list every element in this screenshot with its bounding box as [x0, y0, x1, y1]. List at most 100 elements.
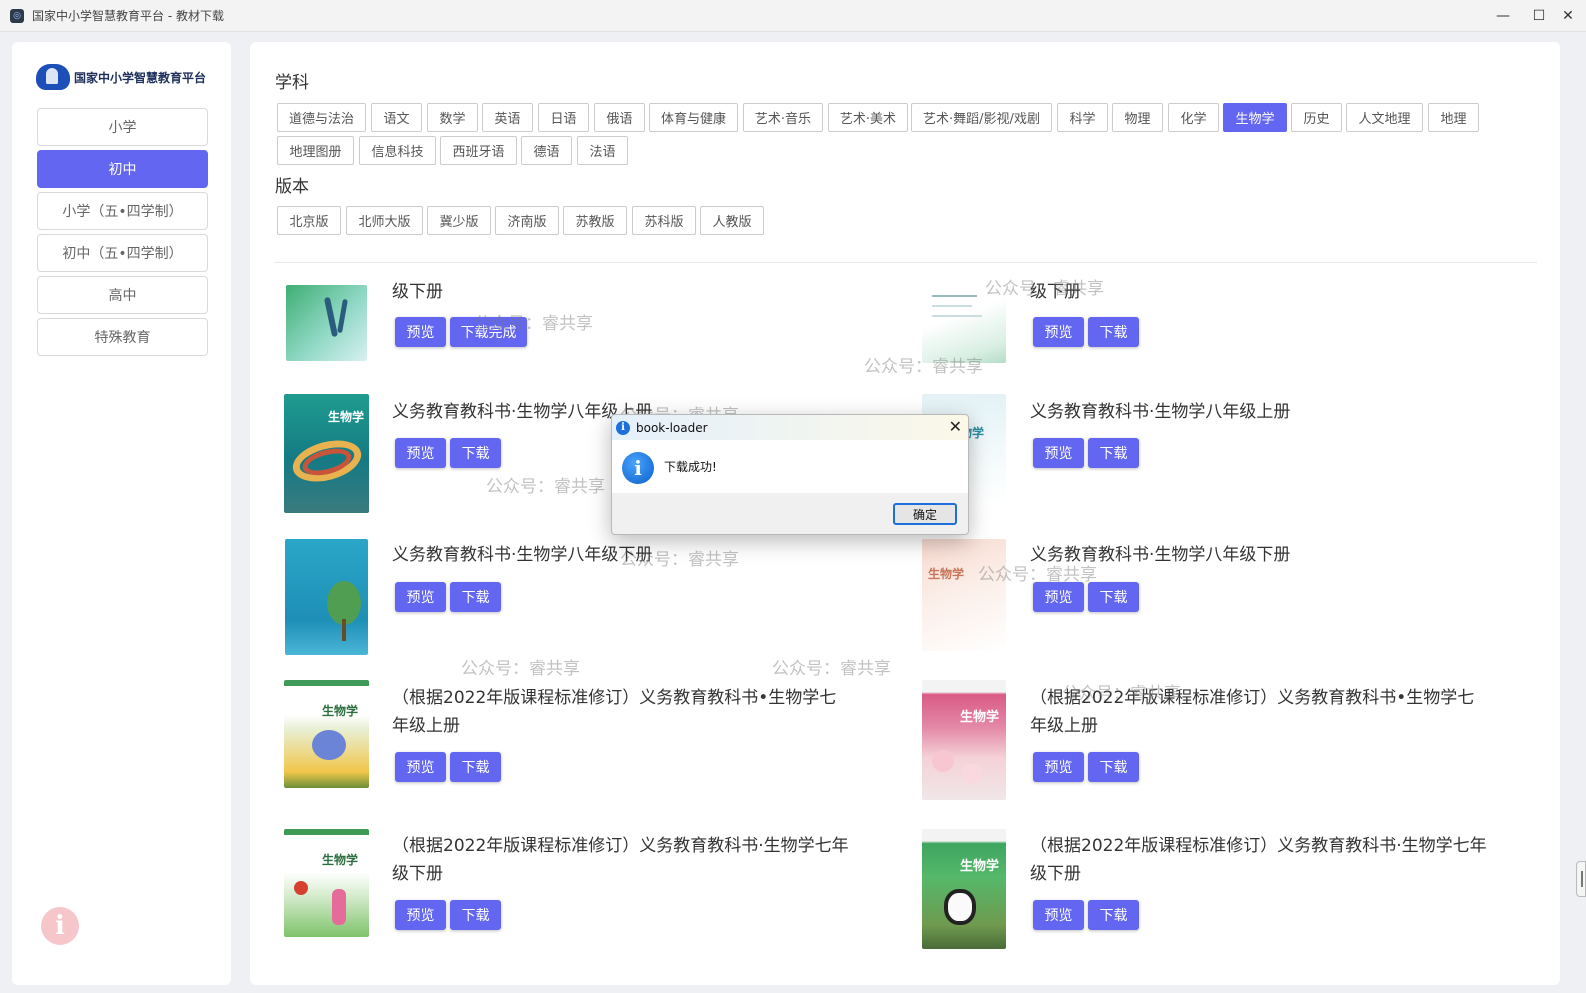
subject-tag[interactable]: 数学: [427, 103, 478, 132]
subject-tag[interactable]: 语文: [371, 103, 422, 132]
book-title: （根据2022年版课程标准修订）义务教育教科书•生物学七 年级上册: [392, 688, 837, 736]
subject-tag[interactable]: 道德与法治: [277, 103, 366, 132]
preview-button[interactable]: 预览: [1033, 752, 1084, 782]
edition-tag[interactable]: 北京版: [277, 206, 341, 235]
close-window-button[interactable]: ✕: [1545, 0, 1586, 32]
info-small-icon: i: [616, 420, 630, 435]
download-success-dialog: i book-loader ✕ i 下载成功! 确定: [611, 414, 969, 535]
edition-tag[interactable]: 苏科版: [632, 206, 696, 235]
dialog-message: 下载成功!: [664, 460, 717, 474]
book-cover[interactable]: 生物学: [284, 829, 369, 937]
dialog-titlebar: i book-loader ✕: [612, 415, 968, 440]
subject-tag[interactable]: 俄语: [594, 103, 645, 132]
download-button[interactable]: 下载: [1088, 900, 1139, 930]
preview-button[interactable]: 预览: [1033, 900, 1084, 930]
window-titlebar: ◎ 国家中小学智慧教育平台 - 教材下载 — ☐ ✕: [0, 0, 1586, 32]
edition-tag[interactable]: 冀少版: [427, 206, 491, 235]
subject-tag[interactable]: 物理: [1112, 103, 1163, 132]
sidebar-item-junior-54[interactable]: 初中（五•四学制）: [37, 234, 208, 272]
subject-tag[interactable]: 艺术·音乐: [743, 103, 823, 132]
sidebar-item-primary-54[interactable]: 小学（五•四学制）: [37, 192, 208, 230]
subject-tag-active[interactable]: 生物学: [1223, 103, 1287, 132]
subject-tag[interactable]: 法语: [577, 136, 628, 165]
sidebar-item-senior[interactable]: 高中: [37, 276, 208, 314]
app-icon: ◎: [10, 8, 24, 23]
subject-tag[interactable]: 英语: [482, 103, 533, 132]
preview-button[interactable]: 预览: [395, 317, 446, 347]
subject-tag[interactable]: 日语: [538, 103, 589, 132]
book-title: （根据2022年版课程标准修订）义务教育教科书•生物学七 年级上册: [1030, 688, 1475, 736]
book-cover[interactable]: 生物学: [922, 829, 1006, 949]
dialog-close-icon[interactable]: ✕: [949, 417, 962, 436]
subject-tag[interactable]: 艺术·舞蹈/影视/戏剧: [911, 103, 1052, 132]
book-title: （根据2022年版课程标准修订）义务教育教科书·生物学七年 级下册: [1030, 836, 1487, 884]
window-title: 国家中小学智慧教育平台 - 教材下载: [32, 9, 224, 23]
cloud-logo-icon: [36, 64, 70, 90]
cover-title: 生物学: [328, 410, 365, 424]
subject-tag[interactable]: 艺术·美术: [828, 103, 908, 132]
subject-tag[interactable]: 地理: [1428, 103, 1479, 132]
subject-tag[interactable]: 科学: [1057, 103, 1108, 132]
info-icon: i: [622, 452, 654, 484]
download-button[interactable]: 下载: [450, 900, 501, 930]
sidebar: 国家中小学智慧教育平台 小学 初中 小学（五•四学制） 初中（五•四学制） 高中…: [12, 42, 231, 985]
subject-label: 学科: [275, 73, 309, 93]
download-button[interactable]: 下载: [450, 582, 501, 612]
info-icon[interactable]: i: [41, 907, 79, 945]
book-title: 级下册: [1030, 282, 1081, 302]
subject-tag[interactable]: 德语: [521, 136, 572, 165]
preview-button[interactable]: 预览: [1033, 582, 1084, 612]
preview-button[interactable]: 预览: [395, 900, 446, 930]
subject-tag[interactable]: 信息科技: [359, 136, 436, 165]
cover-title: 生物学: [928, 567, 965, 581]
edition-label: 版本: [275, 177, 309, 197]
scroll-handle[interactable]: [1576, 861, 1586, 897]
book-title: 义务教育教科书·生物学八年级下册: [392, 545, 653, 565]
dialog-body: i 下载成功!: [612, 440, 968, 493]
preview-button[interactable]: 预览: [395, 752, 446, 782]
edition-tag[interactable]: 济南版: [495, 206, 559, 235]
download-button[interactable]: 下载: [1088, 582, 1139, 612]
cover-title: 生物学: [960, 859, 1000, 874]
logo-text: 国家中小学智慧教育平台: [74, 70, 207, 85]
book-title: 义务教育教科书·生物学八年级上册: [1030, 402, 1291, 422]
preview-button[interactable]: 预览: [1033, 438, 1084, 468]
edition-tag[interactable]: 人教版: [700, 206, 764, 235]
preview-button[interactable]: 预览: [395, 438, 446, 468]
download-button[interactable]: 下载: [450, 752, 501, 782]
download-button[interactable]: 下载: [1088, 752, 1139, 782]
cover-title: 生物学: [322, 853, 359, 867]
download-button[interactable]: 下载: [1088, 438, 1139, 468]
preview-button[interactable]: 预览: [1033, 317, 1084, 347]
book-cover[interactable]: 生物学: [922, 539, 1006, 651]
subject-tag[interactable]: 化学: [1168, 103, 1219, 132]
download-button[interactable]: 下载: [450, 438, 501, 468]
edition-tag[interactable]: 北师大版: [346, 206, 423, 235]
book-title: 级下册: [392, 282, 443, 302]
edition-tag[interactable]: 苏教版: [563, 206, 627, 235]
book-cover[interactable]: 生物学: [284, 394, 369, 513]
sidebar-item-special[interactable]: 特殊教育: [37, 318, 208, 356]
book-title: 义务教育教科书·生物学八年级下册: [1030, 545, 1291, 565]
book-cover[interactable]: 生物学: [284, 680, 369, 788]
book-cover[interactable]: [922, 285, 1006, 363]
book-cover[interactable]: [285, 539, 368, 655]
subject-tag[interactable]: 历史: [1291, 103, 1342, 132]
sidebar-item-primary[interactable]: 小学: [37, 108, 208, 146]
book-cover[interactable]: 生物学: [922, 680, 1006, 800]
download-button[interactable]: 下载: [1088, 317, 1139, 347]
subject-tag[interactable]: 人文地理: [1346, 103, 1423, 132]
subject-tag[interactable]: 地理图册: [277, 136, 354, 165]
book-cover[interactable]: [286, 285, 367, 361]
divider: [275, 262, 1537, 263]
sidebar-item-junior[interactable]: 初中: [37, 150, 208, 188]
subject-tag[interactable]: 西班牙语: [440, 136, 517, 165]
download-complete-button[interactable]: 下载完成: [450, 317, 527, 347]
preview-button[interactable]: 预览: [395, 582, 446, 612]
dialog-title: book-loader: [636, 420, 708, 435]
platform-logo: 国家中小学智慧教育平台: [36, 64, 206, 90]
ok-button[interactable]: 确定: [893, 503, 957, 525]
book-title: （根据2022年版课程标准修订）义务教育教科书·生物学七年 级下册: [392, 836, 849, 884]
cover-title: 生物学: [960, 710, 1000, 725]
subject-tag[interactable]: 体育与健康: [649, 103, 738, 132]
